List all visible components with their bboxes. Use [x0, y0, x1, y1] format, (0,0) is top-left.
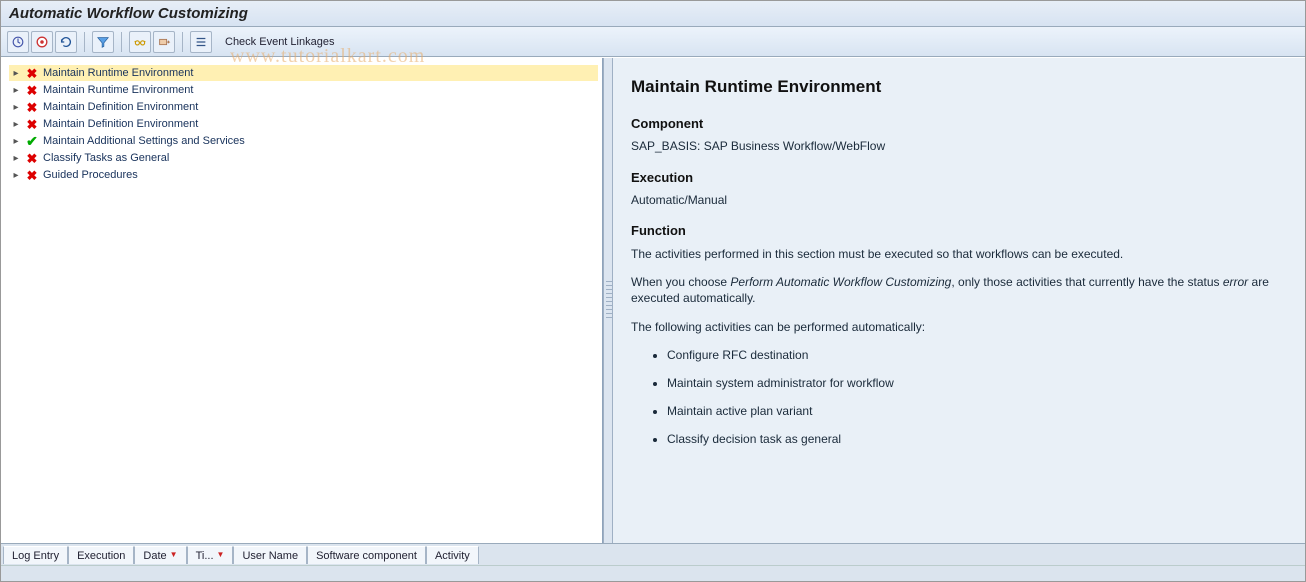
detail-title: Maintain Runtime Environment [631, 76, 1287, 99]
expand-icon[interactable]: ▸ [11, 170, 21, 181]
col-label: Log Entry [12, 550, 59, 562]
execute-button[interactable] [7, 31, 29, 53]
col-label: User Name [242, 550, 298, 562]
tree-item-label: Maintain Runtime Environment [43, 67, 193, 79]
col-log-entry[interactable]: Log Entry [3, 546, 68, 564]
error-icon: ✖ [25, 66, 39, 80]
tree-item-label: Maintain Definition Environment [43, 101, 198, 113]
toolbar-separator [121, 32, 122, 52]
page-title: Automatic Workflow Customizing [9, 5, 248, 22]
detail-pane: Maintain Runtime Environment Component S… [613, 58, 1305, 543]
error-icon: ✖ [25, 151, 39, 165]
tree-item-label: Maintain Definition Environment [43, 118, 198, 130]
transport-button[interactable] [153, 31, 175, 53]
clock-circle-icon [11, 35, 25, 49]
error-icon: ✖ [25, 117, 39, 131]
refresh-icon [59, 35, 73, 49]
log-column-headers: Log Entry Execution Date▼ Ti...▼ User Na… [1, 543, 1305, 565]
col-label: Software component [316, 550, 417, 562]
expand-icon[interactable]: ▸ [11, 68, 21, 79]
list-item: Maintain active plan variant [667, 403, 1287, 419]
tree-item[interactable]: ▸ ✖ Maintain Runtime Environment [9, 65, 598, 81]
box-arrow-icon [157, 35, 171, 49]
tree-item[interactable]: ▸ ✖ Guided Procedures [9, 167, 598, 183]
application-toolbar: Check Event Linkages [1, 27, 1305, 57]
main-content: ▸ ✖ Maintain Runtime Environment ▸ ✖ Mai… [1, 57, 1305, 543]
funnel-icon [96, 35, 110, 49]
col-user-name[interactable]: User Name [233, 546, 307, 564]
function-p2: When you choose Perform Automatic Workfl… [631, 274, 1287, 306]
activity-list: Configure RFC destination Maintain syste… [667, 347, 1287, 448]
text-em: Perform Automatic Workflow Customizing [730, 275, 951, 289]
tree-item-label: Maintain Runtime Environment [43, 84, 193, 96]
error-icon: ✖ [25, 83, 39, 97]
list-icon [194, 35, 208, 49]
function-heading: Function [631, 222, 1287, 240]
col-time[interactable]: Ti...▼ [187, 546, 234, 564]
error-icon: ✖ [25, 168, 39, 182]
splitter[interactable] [603, 58, 613, 543]
col-label: Date [143, 550, 166, 562]
expand-icon[interactable]: ▸ [11, 85, 21, 96]
check-event-linkages-button[interactable]: Check Event Linkages [218, 32, 341, 52]
expand-icon[interactable]: ▸ [11, 119, 21, 130]
error-icon: ✖ [25, 100, 39, 114]
expand-icon[interactable]: ▸ [11, 102, 21, 113]
status-bar [1, 565, 1305, 581]
glasses-button[interactable] [129, 31, 151, 53]
glasses-icon [133, 35, 147, 49]
execution-heading: Execution [631, 169, 1287, 187]
execution-text: Automatic/Manual [631, 192, 1287, 208]
ok-icon: ✔ [25, 134, 39, 148]
col-label: Activity [435, 550, 470, 562]
text-fragment: When you choose [631, 275, 730, 289]
filter-button[interactable] [92, 31, 114, 53]
expand-icon[interactable]: ▸ [11, 153, 21, 164]
text-fragment: , only those activities that currently h… [951, 275, 1222, 289]
function-p1: The activities performed in this section… [631, 246, 1287, 262]
list-item: Configure RFC destination [667, 347, 1287, 363]
sort-desc-icon: ▼ [170, 550, 178, 559]
function-p3: The following activities can be performe… [631, 319, 1287, 335]
col-date[interactable]: Date ▼ [134, 546, 186, 564]
tree-item[interactable]: ▸ ✔ Maintain Additional Settings and Ser… [9, 133, 598, 149]
tree-item[interactable]: ▸ ✖ Maintain Runtime Environment [9, 82, 598, 98]
col-execution[interactable]: Execution [68, 546, 134, 564]
list-item: Maintain system administrator for workfl… [667, 375, 1287, 391]
col-label: Execution [77, 550, 125, 562]
component-text: SAP_BASIS: SAP Business Workflow/WebFlow [631, 138, 1287, 154]
cancel-run-button[interactable] [31, 31, 53, 53]
tree-item-label: Guided Procedures [43, 169, 138, 181]
list-item: Classify decision task as general [667, 431, 1287, 447]
tree-item[interactable]: ▸ ✖ Classify Tasks as General [9, 150, 598, 166]
col-software-component[interactable]: Software component [307, 546, 426, 564]
activity-tree: ▸ ✖ Maintain Runtime Environment ▸ ✖ Mai… [1, 58, 602, 190]
col-label: Ti... [196, 550, 214, 562]
refresh-button[interactable] [55, 31, 77, 53]
title-bar: Automatic Workflow Customizing [1, 1, 1305, 27]
component-heading: Component [631, 115, 1287, 133]
red-circle-icon [35, 35, 49, 49]
expand-icon[interactable]: ▸ [11, 136, 21, 147]
col-activity[interactable]: Activity [426, 546, 479, 564]
toolbar-separator [182, 32, 183, 52]
toolbar-separator [84, 32, 85, 52]
tree-item-label: Maintain Additional Settings and Service… [43, 135, 245, 147]
tree-item-label: Classify Tasks as General [43, 152, 169, 164]
list-button[interactable] [190, 31, 212, 53]
tree-pane: ▸ ✖ Maintain Runtime Environment ▸ ✖ Mai… [1, 58, 603, 543]
tree-item[interactable]: ▸ ✖ Maintain Definition Environment [9, 116, 598, 132]
text-em: error [1223, 275, 1248, 289]
tree-item[interactable]: ▸ ✖ Maintain Definition Environment [9, 99, 598, 115]
sort-desc-icon: ▼ [217, 550, 225, 559]
